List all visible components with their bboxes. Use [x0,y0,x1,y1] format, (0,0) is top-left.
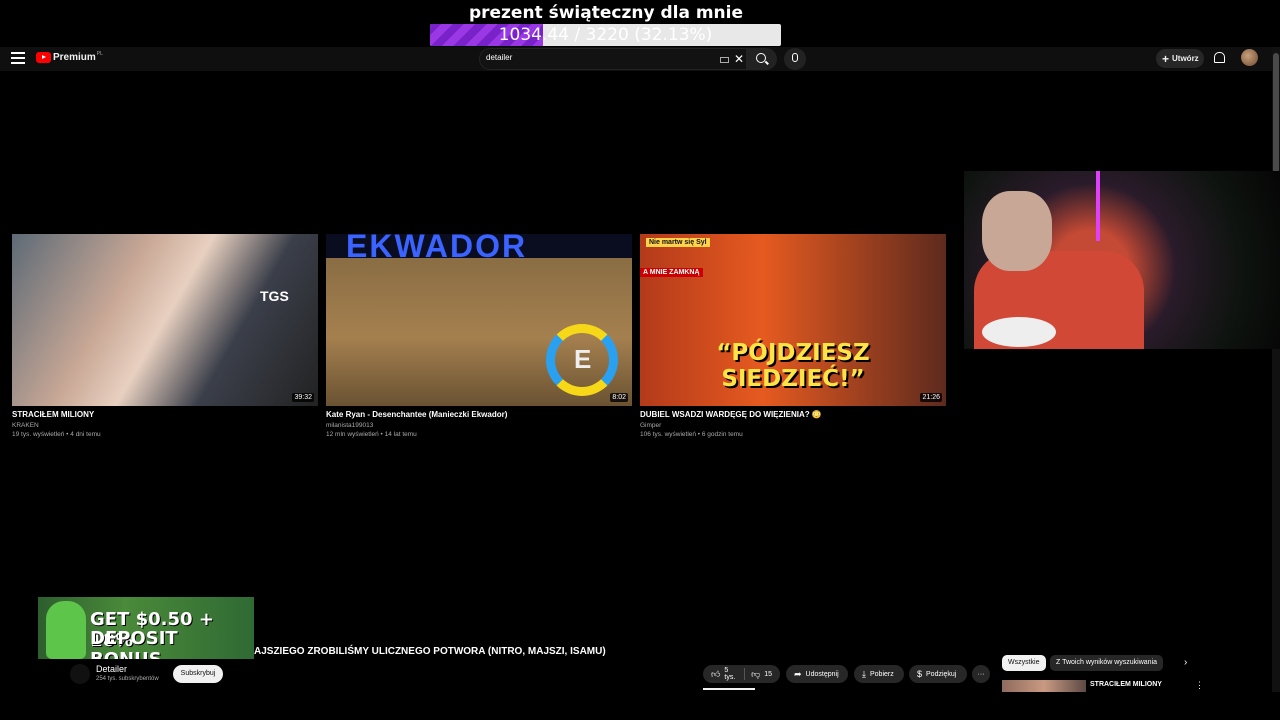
up-next-thumbnail[interactable] [1002,680,1086,692]
top-bar: Premium PL ✕ + Utwórz [0,47,1272,71]
streamer-face [982,191,1052,271]
webcam-overlay [964,171,1280,349]
download-icon: ⤓ [862,668,866,679]
thanks-button[interactable]: $ Podziękuj [909,665,967,683]
more-vertical-icon[interactable]: ⋮ [1195,680,1204,691]
chip-all[interactable]: Wszystkie [1002,655,1046,671]
ad-mascot-icon [46,601,86,659]
menu-icon[interactable] [11,52,25,66]
microphone-icon [792,53,798,62]
create-button[interactable]: + Utwórz [1156,49,1204,68]
chevron-right-icon[interactable]: › [1184,657,1187,668]
subscribe-button[interactable]: Subskrybuj [173,665,223,683]
thumbnail-text: TGS [260,288,289,304]
search-icon [756,53,766,63]
thumbs-up-icon[interactable]: 👍︎ [711,669,720,680]
video-title[interactable]: STRACIŁEM MILIONY [12,410,318,419]
plus-icon: + [1162,51,1170,66]
logo-text: Premium [53,52,96,63]
plate [982,317,1056,347]
video-duration: 39:32 [292,393,314,402]
download-label: Pobierz [869,670,894,678]
download-button[interactable]: ⤓ Pobierz [854,665,904,683]
video-card[interactable]: EKWADOR E 8:02 Kate Ryan - Desenchantee … [326,234,632,438]
share-button[interactable]: ➦ Udostępnij [786,665,848,683]
divider [744,668,746,680]
like-ratio-bar [703,688,755,690]
video-duration: 8:02 [610,393,628,402]
voice-search-button[interactable] [784,48,806,70]
create-label: Utwórz [1172,54,1199,63]
video-card[interactable]: Nie martw się Syl A MNIE ZAMKNĄ “PÓJDZIE… [640,234,946,438]
goal-title: prezent świąteczny dla mnie [468,3,744,23]
video-channel[interactable]: Gimper [640,422,946,429]
page-scrollbar[interactable] [1272,47,1280,692]
logo-region: PL [96,50,103,57]
video-title[interactable]: Kate Ryan - Desenchantee (Manieczki Ekwa… [326,410,632,419]
goal-progress-bar: 1034.44 / 3220 (32.13%) [430,24,781,46]
scrollbar-thumb[interactable] [1273,53,1279,173]
video-thumbnail[interactable]: Nie martw się Syl A MNIE ZAMKNĄ “PÓJDZIE… [640,234,946,406]
player-video-title: AJSZIEGO ZROBILIŚMY ULICZNEGO POTWORA (N… [254,646,606,657]
share-label: Udostępnij [805,670,839,678]
video-meta: 12 mln wyświetleń • 14 lat temu [326,431,417,438]
video-channel[interactable]: milanista199013 [326,422,632,429]
thumbnail-tag: A MNIE ZAMKNĄ [640,268,703,277]
thanks-icon: $ [917,669,923,679]
channel-name[interactable]: Detailer [96,664,127,674]
chip-from-your-search[interactable]: Z Twoich wyników wyszukiwania [1050,655,1164,671]
thumbs-down-icon[interactable]: 👎︎ [751,669,760,680]
video-meta: 19 tys. wyświetleń • 4 dni temu [12,431,101,438]
video-duration: 21:26 [920,393,942,402]
dislike-count[interactable]: 15 [764,671,772,678]
notifications-bell-icon[interactable] [1214,52,1225,63]
video-title[interactable]: DUBIEL WSADZI WARDĘGĘ DO WIĘZIENIA? 😳 [640,410,946,419]
channel-avatar[interactable] [70,664,90,684]
channel-subscribers: 254 tys. subskrybentów [96,676,159,682]
youtube-premium-logo[interactable]: Premium PL [36,50,103,63]
logo-letter-icon: E [574,344,592,374]
search-input[interactable] [486,53,706,62]
neon-light [1096,171,1100,241]
video-thumbnail[interactable]: EKWADOR E 8:02 [326,234,632,406]
video-channel[interactable]: KRAKEN [12,422,318,429]
account-avatar[interactable] [1241,49,1258,66]
thanks-label: Podziękuj [926,670,957,678]
more-horizontal-icon: ··· [977,670,985,678]
video-meta: 106 tys. wyświetleń • 6 godzin temu [640,431,743,438]
search-button[interactable] [747,48,777,70]
thumbnail-text: “PÓJDZIESZ SIEDZIEĆ!” [716,340,870,392]
like-dislike-group: 👍︎ 5 tys. 👎︎ 15 [703,665,780,683]
up-next-title[interactable]: STRACIŁEM MILIONY [1090,681,1162,688]
clear-search-icon[interactable]: ✕ [734,52,744,66]
keyboard-icon[interactable] [720,57,729,63]
video-thumbnail[interactable]: TGS 39:32 [12,234,318,406]
thumbnail-text: EKWADOR [346,234,528,264]
youtube-play-icon [36,52,51,63]
goal-progress-text: 1034.44 / 3220 (32.13%) [498,25,713,45]
like-count[interactable]: 5 tys. [724,667,738,681]
search-box: ✕ [479,48,747,70]
video-card[interactable]: TGS 39:32 STRACIŁEM MILIONY KRAKEN 19 ty… [12,234,318,438]
share-icon: ➦ [794,668,802,679]
ad-banner[interactable]: GET $0.50 + 10% DEPOSIT BONUS [38,597,254,659]
more-actions-button[interactable]: ··· [972,665,990,683]
ad-subheadline: DEPOSIT BONUS [90,628,178,659]
thumbnail-tag: Nie martw się Syl [646,238,710,247]
